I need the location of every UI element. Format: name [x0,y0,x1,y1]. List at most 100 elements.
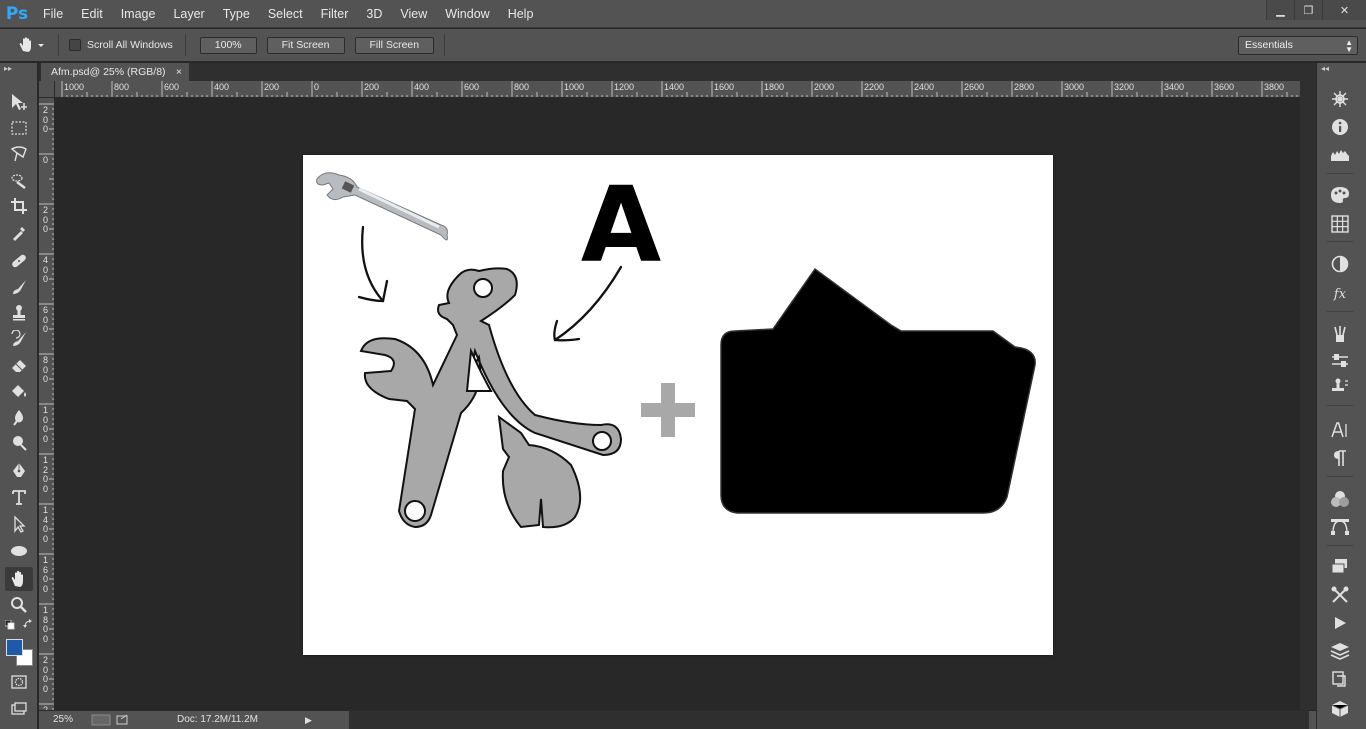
artwork: A [316,164,1036,529]
3d-panel-icon[interactable] [1326,88,1354,110]
layers-panel-icon[interactable] [1326,640,1354,662]
toolbar-collapse-icon[interactable]: ▸▸ [4,64,12,73]
menu-view[interactable]: View [391,0,436,28]
scroll-all-windows-checkbox[interactable] [69,39,81,51]
close-button[interactable]: ✕ [1322,0,1366,20]
character-panel-icon[interactable] [1326,419,1354,441]
dodge-tool-icon[interactable] [5,431,33,455]
brush-tool-icon[interactable] [5,275,33,299]
paint-bucket-tool-icon[interactable] [5,379,33,403]
options-bar: Scroll All Windows 100% Fit Screen Fill … [0,29,1366,62]
ruler-label: 1 2 0 0 [43,455,49,494]
ruler-label: 2600 [964,82,985,92]
ruler-label: 3000 [1064,82,1085,92]
fill-screen-button[interactable]: Fill Screen [354,36,435,54]
photoshop-window: Ps File Edit Image Layer Type Select Fil… [0,0,1366,729]
3d-object-icon[interactable] [1326,698,1354,720]
quick-mask-icon[interactable] [5,670,33,694]
move-tool-icon[interactable] [5,90,33,114]
menu-help[interactable]: Help [499,0,543,28]
color-panel-icon[interactable] [1326,184,1354,206]
ruler-label: 4 0 0 [43,255,49,284]
vertical-ruler[interactable]: 2 0 0 0 2 0 0 4 0 0 6 0 0 8 0 0 1 0 0 0 1 2 0 0… [39,98,55,710]
marquee-tool-icon[interactable] [5,116,33,140]
tool-presets-icon[interactable] [1326,349,1354,371]
ruler-label: 8 0 0 [43,355,49,384]
vertical-scrollbar[interactable] [1300,81,1316,710]
ruler-label: 1 0 0 0 [43,405,49,444]
menu-select[interactable]: Select [259,0,312,28]
ruler-label: 1200 [614,82,635,92]
layer-comps-icon[interactable] [1326,555,1354,577]
quick-select-tool-icon[interactable] [5,169,33,193]
healing-brush-tool-icon[interactable] [5,249,33,273]
paragraph-panel-icon[interactable] [1326,447,1354,469]
timeline-panel-icon[interactable] [1326,612,1354,634]
ellipse-tool-icon[interactable] [5,539,33,563]
history-brush-tool-icon[interactable] [5,327,33,351]
screen-mode-icon[interactable] [5,697,33,721]
adjustments-panel-icon[interactable] [1326,253,1354,275]
minimize-button[interactable]: ▁ [1266,0,1294,20]
ruler-label: 1 4 0 0 [43,505,49,544]
path-select-tool-icon[interactable] [5,512,33,536]
restore-button[interactable]: ❐ [1294,0,1322,20]
ruler-label: 6 0 0 [43,305,49,334]
default-colors-icon[interactable] [4,619,15,630]
menu-edit[interactable]: Edit [72,0,112,28]
histogram-panel-icon[interactable] [1326,144,1354,166]
menu-file[interactable]: File [34,0,72,28]
eyedropper-tool-icon[interactable] [5,221,33,245]
lasso-tool-icon[interactable] [5,142,33,166]
document-canvas[interactable]: A [303,155,1053,655]
zoom-level-field[interactable]: 25% [53,714,73,725]
menu-type[interactable]: Type [214,0,259,28]
ruler-label: 400 [414,82,430,92]
folder-shape [720,267,1036,514]
ruler-label: 1400 [664,82,685,92]
status-menu-arrow-icon[interactable]: ▶ [305,715,312,726]
foreground-color-swatch[interactable] [6,639,23,656]
ruler-label: 1600 [714,82,735,92]
fit-screen-button[interactable]: Fit Screen [266,36,345,54]
ruler-label: 0 [43,155,49,165]
horizontal-scrollbar[interactable] [349,711,1309,729]
channels-panel-icon[interactable] [1326,488,1354,510]
menu-filter[interactable]: Filter [312,0,358,28]
menu-window[interactable]: Window [436,0,498,28]
workspace-select[interactable]: Essentials ▲ ▼ [1238,36,1358,55]
tools-panel-icon[interactable] [1326,584,1354,606]
info-panel-icon[interactable] [1326,116,1354,138]
dock-separator [1327,241,1353,242]
clone-stamp-tool-icon[interactable] [5,301,33,325]
zoom-100-button[interactable]: 100% [199,36,257,54]
menu-3d[interactable]: 3D [357,0,391,28]
document-tab-close-icon[interactable]: × [176,63,182,81]
crop-tool-icon[interactable] [5,194,33,218]
document-tab[interactable]: Afm.psd@ 25% (RGB/8) × [41,63,189,81]
status-icons[interactable] [91,713,131,729]
dock-collapse-icon[interactable]: ◂◂ [1321,64,1329,73]
zoom-tool-icon[interactable] [5,593,33,617]
horizontal-ruler[interactable]: 1000 800 600 400 200 0 200 400 600 800 1000 1200 140… [55,81,1300,98]
blur-tool-icon[interactable] [5,405,33,429]
swap-colors-icon[interactable] [23,619,33,629]
swatches-panel-icon[interactable] [1326,213,1354,235]
menu-layer[interactable]: Layer [164,0,213,28]
ruler-label: 600 [464,82,480,92]
ruler-label: 3600 [1214,82,1235,92]
brush-presets-icon[interactable] [1326,323,1354,345]
menu-image[interactable]: Image [112,0,165,28]
paths-panel-icon[interactable] [1326,516,1354,538]
hand-tool-icon[interactable] [5,567,33,591]
styles-panel-icon[interactable]: fx [1326,283,1354,305]
dock-separator [1327,311,1353,312]
ruler-origin[interactable] [39,81,55,98]
eraser-tool-icon[interactable] [5,353,33,377]
clone-source-icon[interactable] [1326,375,1354,397]
dock-separator [1327,405,1353,406]
history-panel-icon[interactable] [1326,668,1354,690]
pen-tool-icon[interactable] [5,459,33,483]
type-tool-icon[interactable] [5,485,33,509]
hand-tool-preset-icon[interactable] [10,33,52,57]
